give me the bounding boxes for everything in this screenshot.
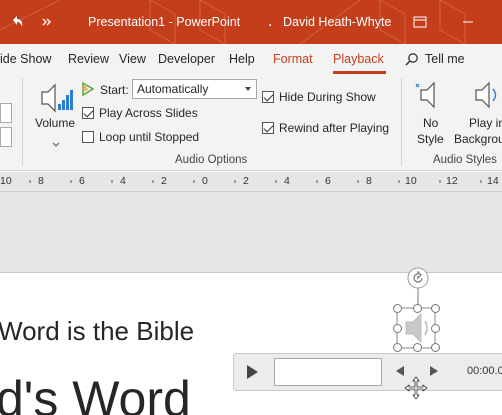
play-icon[interactable]	[244, 364, 260, 383]
resize-handle[interactable]	[431, 324, 440, 333]
resize-handle[interactable]	[393, 324, 402, 333]
move-cursor-icon	[404, 376, 428, 403]
resize-handle[interactable]	[413, 343, 422, 352]
resize-handle[interactable]	[413, 304, 422, 313]
resize-handle[interactable]	[431, 304, 440, 313]
resize-handle[interactable]	[431, 343, 440, 352]
audio-player-bar[interactable]: 00:00.0	[233, 353, 502, 391]
rotate-handle-icon[interactable]	[406, 266, 430, 293]
audio-time-readout: 00:00.0	[467, 365, 502, 377]
resize-handle[interactable]	[393, 343, 402, 352]
audio-progress-track[interactable]	[274, 358, 382, 386]
resize-handle[interactable]	[393, 304, 402, 313]
skip-forward-icon[interactable]	[428, 365, 440, 380]
